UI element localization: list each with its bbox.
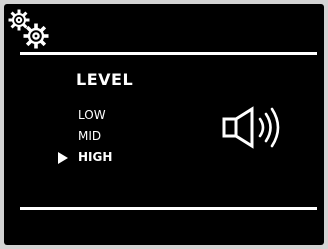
large-gear-icon	[23, 23, 49, 49]
settings-gears-icon	[7, 8, 53, 49]
option-low[interactable]: LOW	[78, 108, 106, 122]
settings-screen: LEVEL LOW MID HIGH	[4, 4, 324, 245]
menu-title: LEVEL	[76, 70, 134, 89]
option-mid[interactable]: MID	[78, 129, 101, 143]
top-divider	[20, 52, 317, 55]
option-high[interactable]: HIGH	[78, 150, 112, 164]
speaker-volume-icon	[222, 106, 280, 149]
selection-pointer-icon	[58, 152, 68, 164]
bottom-divider	[20, 207, 317, 210]
